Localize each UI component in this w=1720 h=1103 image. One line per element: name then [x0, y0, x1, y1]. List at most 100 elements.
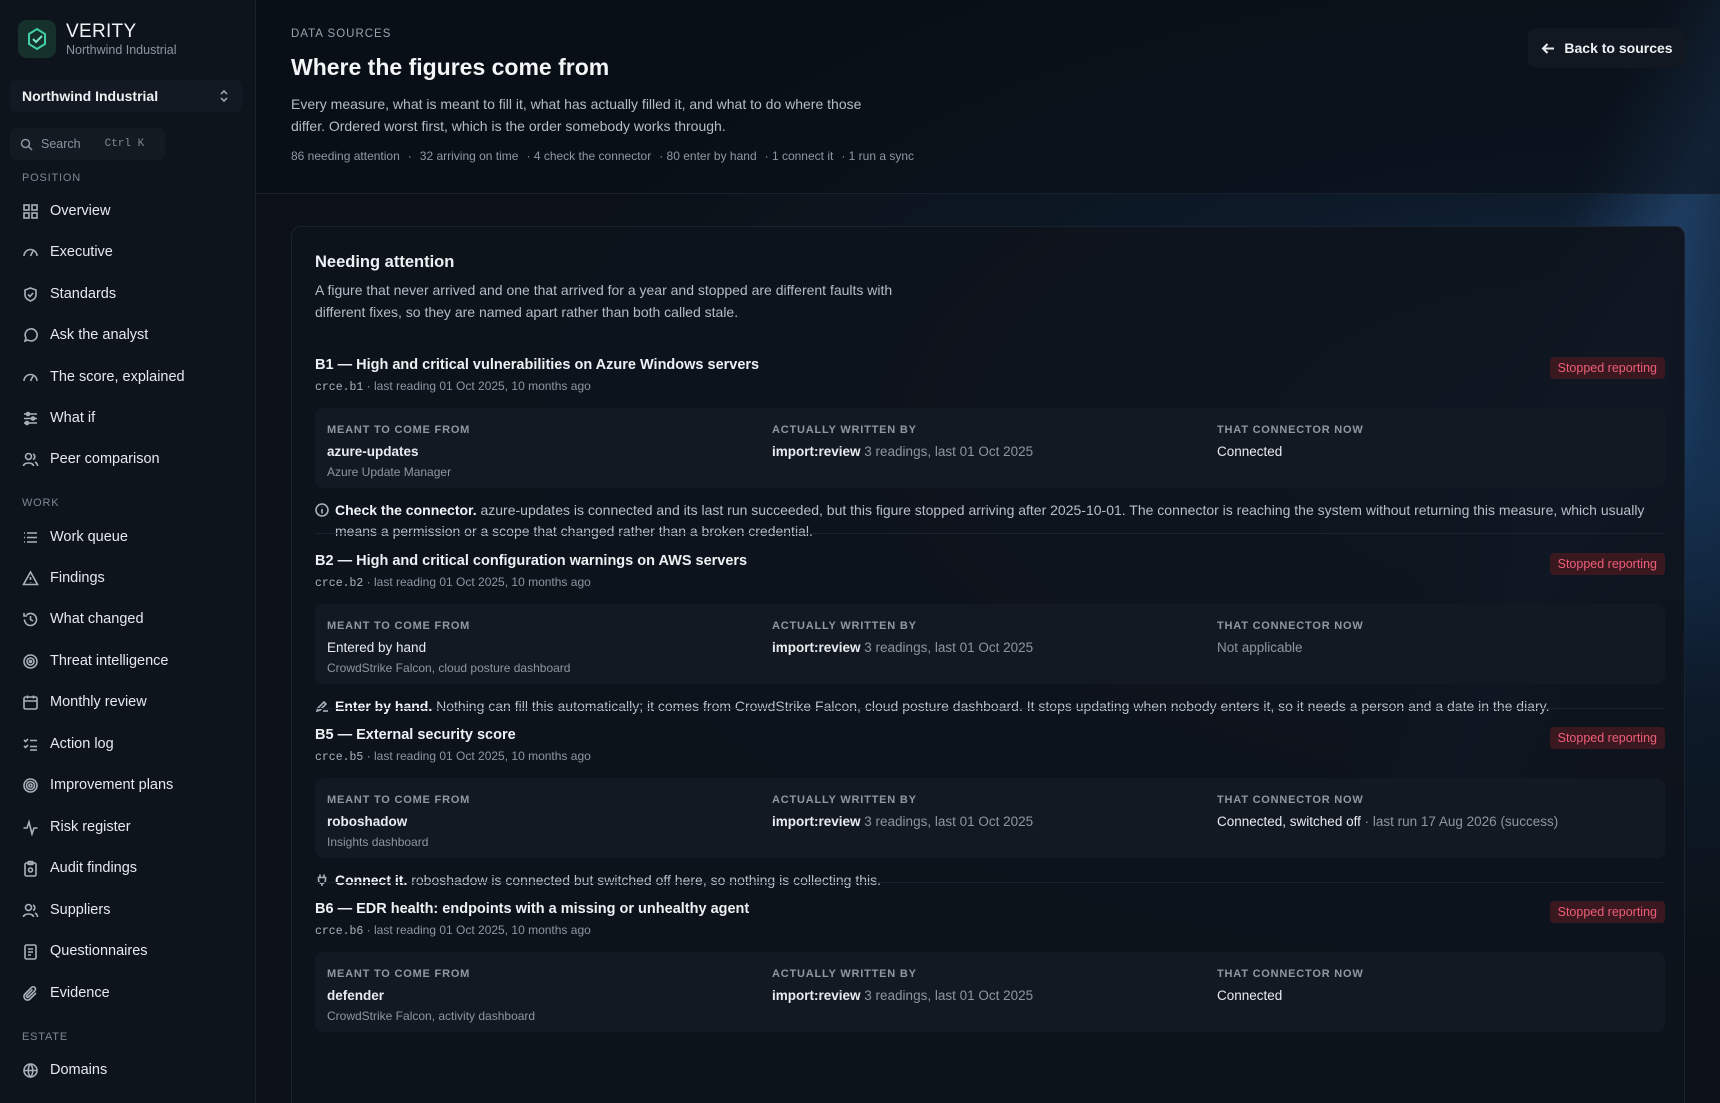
connector-status: Connected: [1217, 444, 1283, 459]
sidebar-item-label: What changed: [50, 611, 144, 627]
warning-icon: [22, 569, 39, 585]
users-icon: [22, 452, 39, 466]
brand-org: Northwind Industrial: [66, 42, 177, 57]
sidebar-item-label: Action log: [50, 736, 114, 752]
paperclip-icon: [23, 985, 37, 1001]
info-icon: [315, 503, 329, 517]
sidebar-item-audit-findings[interactable]: Audit findings: [22, 856, 137, 880]
connector-status: Connected: [1217, 988, 1283, 1003]
hand-pencil-icon: [315, 700, 328, 713]
sidebar-item-what-changed[interactable]: What changed: [22, 607, 144, 631]
measure-item-b1[interactable]: B1 — High and critical vulnerabilities o…: [315, 357, 1665, 542]
written-by: import:review: [772, 988, 861, 1003]
sidebar-item-standards[interactable]: Standards: [22, 282, 116, 306]
sidebar-item-ask-analyst[interactable]: Ask the analyst: [22, 323, 148, 347]
sidebar-item-label: Evidence: [50, 985, 110, 1001]
col-label-connector: THAT CONNECTOR NOW: [1217, 620, 1364, 632]
col-label-from: MEANT TO COME FROM: [327, 424, 471, 436]
measure-item-b5[interactable]: B5 — External security score crce.b5 · l…: [315, 727, 1665, 891]
clipboard-icon: [24, 860, 37, 877]
measure-last-reading: · last reading 01 Oct 2025, 10 months ag…: [363, 379, 591, 393]
source-from-sub: Azure Update Manager: [327, 465, 452, 479]
col-label-from: MEANT TO COME FROM: [327, 968, 471, 980]
sidebar-item-what-if[interactable]: What if: [22, 406, 95, 430]
sidebar-item-label: Executive: [50, 244, 113, 260]
search-shortcut: Ctrl K: [104, 138, 145, 150]
sidebar-item-threat-intelligence[interactable]: Threat intelligence: [22, 649, 169, 673]
sidebar-item-label: Threat intelligence: [50, 653, 169, 669]
sidebar-item-action-log[interactable]: Action log: [22, 732, 114, 756]
measure-item-b2[interactable]: B2 — High and critical configuration war…: [315, 553, 1665, 717]
source-grid: MEANT TO COME FROM azure-updates Azure Upd…: [315, 408, 1665, 488]
sidebar-item-peer-comparison[interactable]: Peer comparison: [22, 447, 160, 471]
brand-name: VERITY: [66, 20, 137, 42]
panel-description: A figure that never arrived and one that…: [315, 282, 893, 320]
source-from-sub: CrowdStrike Falcon, activity dashboard: [327, 1009, 536, 1023]
sidebar-item-executive[interactable]: Executive: [22, 240, 113, 264]
sidebar-item-score-explained[interactable]: The score, explained: [22, 365, 185, 389]
stat-needing-attention: 86 needing attention: [291, 149, 400, 163]
measure-title: B5 — External security score: [315, 727, 516, 743]
source-from-sub: CrowdStrike Falcon, cloud posture dashbo…: [327, 661, 571, 675]
col-label-written: ACTUALLY WRITTEN BY: [772, 620, 917, 632]
sidebar-item-suppliers[interactable]: Suppliers: [22, 898, 110, 922]
measure-meta: crce.b2 · last reading 01 Oct 2025, 10 m…: [315, 575, 1665, 590]
written-meta: 3 readings, last 01 Oct 2025: [860, 814, 1034, 829]
sidebar: VERITY Northwind Industrial Northwind In…: [0, 0, 256, 1103]
col-label-written: ACTUALLY WRITTEN BY: [772, 794, 917, 806]
source-from: Entered by hand: [327, 640, 427, 655]
status-badge: Stopped reporting: [1549, 553, 1665, 575]
status-badge: Stopped reporting: [1549, 901, 1665, 923]
action-note: Connect it. roboshadow is connected but …: [315, 870, 1665, 891]
sidebar-item-label: Questionnaires: [50, 943, 148, 959]
sidebar-item-monthly-review[interactable]: Monthly review: [22, 690, 147, 714]
measure-item-b6[interactable]: B6 — EDR health: endpoints with a missin…: [315, 901, 1665, 1032]
radar-icon: [23, 653, 38, 669]
stat-check-connector: · 4 check the connector: [526, 149, 652, 163]
note-title: Check the connector.: [335, 502, 477, 518]
written-meta: 3 readings, last 01 Oct 2025: [860, 640, 1034, 655]
measure-meta: crce.b5 · last reading 01 Oct 2025, 10 m…: [315, 749, 1665, 764]
sidebar-item-improvement-plans[interactable]: Improvement plans: [22, 773, 173, 797]
measure-title: B6 — EDR health: endpoints with a missin…: [315, 901, 750, 917]
source-from: defender: [327, 988, 385, 1003]
note-title: Enter by hand.: [335, 698, 433, 714]
measure-meta: crce.b1 · last reading 01 Oct 2025, 10 m…: [315, 379, 1665, 394]
users-icon: [22, 903, 39, 917]
sidebar-item-findings[interactable]: Findings: [22, 566, 105, 590]
org-switcher[interactable]: Northwind Industrial: [10, 80, 242, 112]
note-text: Nothing can fill this automatically; it …: [432, 698, 1550, 714]
source-from-sub: Insights dashboard: [327, 835, 429, 849]
sidebar-item-risk-register[interactable]: Risk register: [22, 815, 131, 839]
search-button[interactable]: Search Ctrl K: [10, 128, 165, 160]
sidebar-item-evidence[interactable]: Evidence: [22, 981, 110, 1005]
status-badge: Stopped reporting: [1549, 727, 1665, 749]
main-content: DATA SOURCES Where the figures come from…: [256, 0, 1720, 1103]
sidebar-item-work-queue[interactable]: Work queue: [22, 525, 128, 549]
sidebar-item-questionnaires[interactable]: Questionnaires: [22, 939, 148, 963]
source-grid: MEANT TO COME FROM Entered by hand CrowdSt…: [315, 604, 1665, 684]
measure-meta: crce.b6 · last reading 01 Oct 2025, 10 m…: [315, 923, 1665, 938]
stat-connect-it: · 1 connect it: [764, 149, 834, 163]
divider: [315, 882, 1665, 883]
page-description: Every measure, what is meant to fill it,…: [291, 96, 862, 134]
sidebar-item-overview[interactable]: Overview: [22, 199, 110, 223]
stat-arriving-on-time: 32 arriving on time: [419, 149, 519, 163]
sidebar-item-domains[interactable]: Domains: [22, 1058, 107, 1082]
written-meta: 3 readings, last 01 Oct 2025: [860, 444, 1034, 459]
gauge-icon: [23, 248, 38, 256]
sidebar-item-label: Improvement plans: [50, 777, 174, 793]
sidebar-item-label: Domains: [50, 1062, 108, 1078]
sliders-icon: [24, 411, 37, 425]
brand[interactable]: VERITY Northwind Industrial: [18, 20, 176, 58]
pulse-icon: [23, 818, 38, 836]
sidebar-item-label: Findings: [50, 570, 105, 586]
measure-last-reading: · last reading 01 Oct 2025, 10 months ag…: [363, 749, 591, 763]
page-header: DATA SOURCES Where the figures come from…: [256, 0, 1720, 194]
back-to-sources-button[interactable]: Back to sources: [1528, 28, 1686, 68]
stat-enter-by-hand: · 80 enter by hand: [659, 149, 757, 163]
measure-code: crce.b6: [315, 925, 364, 938]
summary-stats: 86 needing attention · 32 arriving on ti…: [291, 149, 914, 163]
grid-icon: [23, 203, 38, 219]
page-title: Where the figures come from: [291, 54, 610, 80]
